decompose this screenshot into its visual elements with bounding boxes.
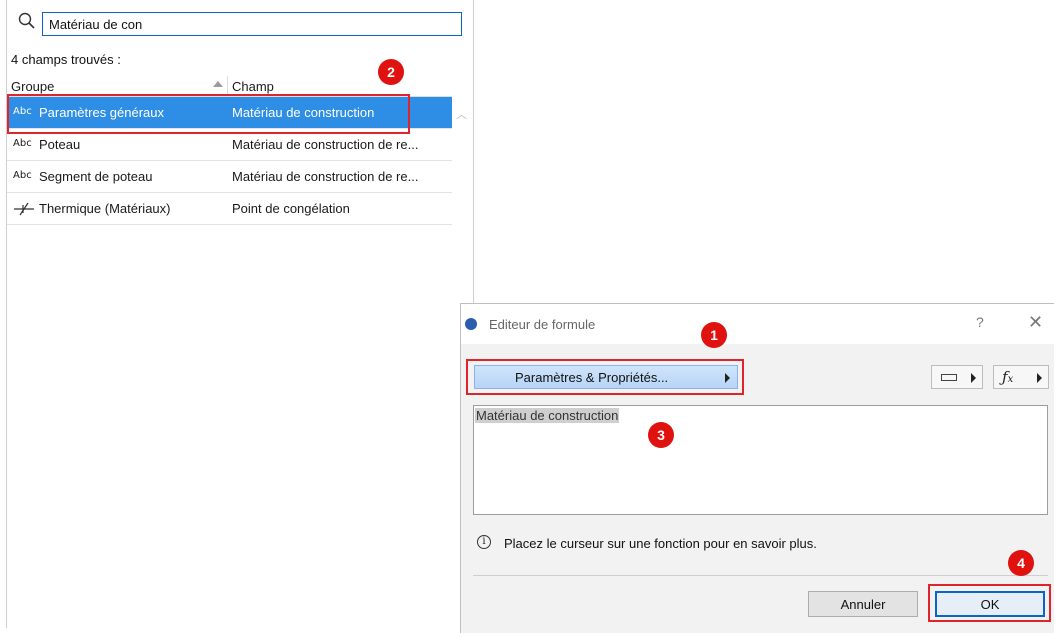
field-search-panel: 4 champs trouvés : Groupe Champ Abc Para…	[6, 0, 474, 628]
search-row	[7, 6, 475, 40]
info-hint: Placez le curseur sur une fonction pour …	[504, 536, 817, 551]
row-group: Paramètres généraux	[39, 105, 165, 120]
row-field: Matériau de construction	[232, 105, 375, 120]
annotation-badge-3: 3	[648, 422, 674, 448]
submenu-arrow-icon	[971, 373, 976, 383]
help-button[interactable]: ?	[976, 314, 984, 330]
results-count: 4 champs trouvés :	[11, 52, 121, 67]
units-button[interactable]	[931, 365, 983, 389]
submenu-arrow-icon	[725, 373, 730, 383]
app-icon	[465, 318, 477, 330]
submenu-arrow-icon	[1037, 373, 1042, 383]
scroll-up-icon[interactable]: ︿	[456, 106, 468, 121]
text-type-icon: Abc	[13, 106, 32, 117]
table-row[interactable]: Thermique (Matériaux) Point de congélati…	[7, 193, 452, 225]
parameters-properties-button[interactable]: Paramètres & Propriétés...	[474, 365, 738, 389]
ok-button[interactable]: OK	[935, 591, 1045, 617]
row-group: Segment de poteau	[39, 169, 153, 184]
dialog-titlebar[interactable]: Editeur de formule ? ✕	[461, 304, 1054, 344]
table-row[interactable]: Abc Segment de poteau Matériau de constr…	[7, 161, 452, 193]
row-field: Matériau de construction de re...	[232, 169, 419, 184]
formula-textarea[interactable]: Matériau de construction	[473, 405, 1048, 515]
row-field: Point de congélation	[232, 201, 350, 216]
function-icon: ƒx	[1002, 368, 1014, 386]
table-row[interactable]: Abc Paramètres généraux Matériau de cons…	[7, 97, 452, 129]
close-button[interactable]: ✕	[1028, 312, 1043, 333]
thermal-icon	[14, 202, 34, 216]
row-field: Matériau de construction de re...	[232, 137, 419, 152]
annotation-badge-2: 2	[378, 59, 404, 85]
results-list: Abc Paramètres généraux Matériau de cons…	[7, 97, 452, 225]
row-group: Thermique (Matériaux)	[39, 201, 171, 216]
text-type-icon: Abc	[13, 170, 32, 181]
sort-ascending-icon	[213, 81, 223, 87]
cancel-button[interactable]: Annuler	[808, 591, 918, 617]
ruler-icon	[941, 374, 957, 381]
parameters-properties-label: Paramètres & Propriétés...	[515, 370, 669, 385]
annotation-badge-4: 4	[1008, 550, 1034, 576]
row-group: Poteau	[39, 137, 81, 152]
column-divider[interactable]	[227, 76, 228, 96]
info-icon: i	[477, 535, 491, 549]
formula-editor-dialog: Editeur de formule ? ✕ Paramètres & Prop…	[460, 303, 1054, 633]
column-header-group[interactable]: Groupe	[11, 79, 54, 94]
column-header-field[interactable]: Champ	[232, 79, 274, 94]
search-input[interactable]	[42, 12, 462, 36]
annotation-badge-1: 1	[701, 322, 727, 348]
formula-selected-text: Matériau de construction	[475, 408, 620, 423]
functions-button[interactable]: ƒx	[993, 365, 1049, 389]
divider	[473, 575, 1048, 576]
dialog-title: Editeur de formule	[489, 317, 596, 332]
table-row[interactable]: Abc Poteau Matériau de construction de r…	[7, 129, 452, 161]
text-type-icon: Abc	[13, 138, 32, 149]
search-icon	[18, 12, 35, 29]
